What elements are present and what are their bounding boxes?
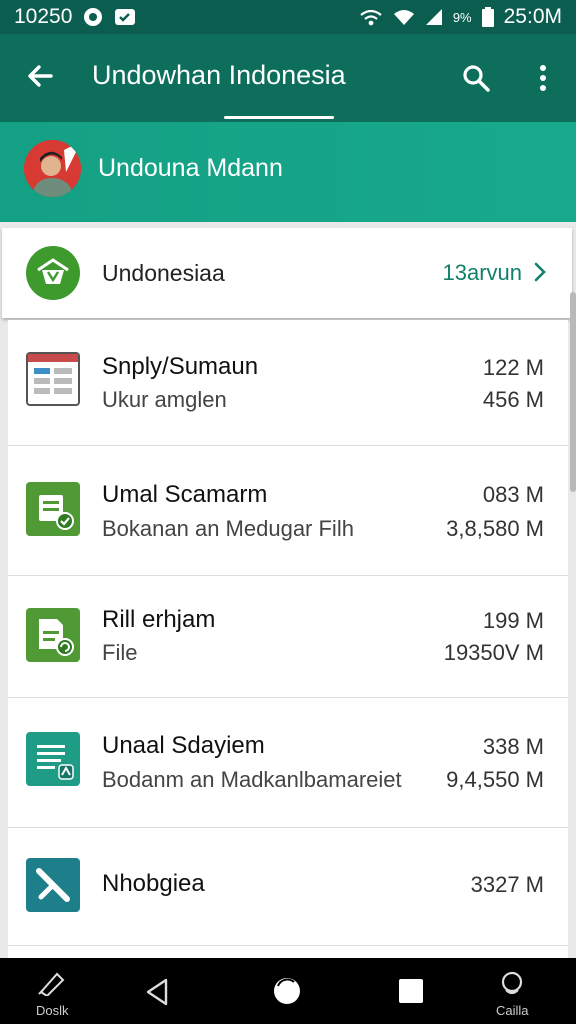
- status-bar: 10250 9% 25:0M: [0, 0, 576, 34]
- wifi-icon: [393, 8, 415, 26]
- arrow-tile-icon: [26, 858, 80, 912]
- list-item[interactable]: Unaal Sdayiem Bodanm an Madkanlbamareiet…: [8, 698, 568, 828]
- home-button[interactable]: [272, 976, 302, 1011]
- storage-list: Snply/Sumaun Ukur amglen 122 M 456 M Uma…: [8, 320, 568, 960]
- list-item[interactable]: Snply/Sumaun Ukur amglen 122 M 456 M: [8, 320, 568, 446]
- item-size-secondary: 9,4,550 M: [446, 767, 544, 792]
- signal-icon: [425, 8, 443, 26]
- page-title: Undowhan Indonesia: [92, 60, 346, 90]
- recents-button[interactable]: [398, 978, 424, 1009]
- item-title: Snply/Sumaun: [102, 353, 259, 380]
- system-nav-bar: Doslk Cailla: [0, 958, 576, 1024]
- recents-square-icon: [398, 978, 424, 1009]
- profile-header[interactable]: Undouna Mdann: [0, 122, 576, 222]
- summary-row[interactable]: Undonesiaa 13arvun: [2, 228, 572, 318]
- file-sync-icon: [26, 608, 80, 662]
- app-bar: Undowhan Indonesia: [0, 34, 576, 122]
- nav-right-button[interactable]: Cailla: [496, 970, 529, 1018]
- more-vert-icon[interactable]: [526, 60, 560, 96]
- item-size-primary: 199 M: [482, 608, 544, 633]
- item-size-secondary: 3,8,580 M: [446, 516, 544, 541]
- assistant-icon: [498, 970, 526, 1001]
- scrollbar[interactable]: [570, 292, 576, 492]
- home-cart-icon: [26, 246, 80, 300]
- battery-icon: [481, 7, 494, 27]
- nav-right-caption: Cailla: [496, 1003, 529, 1018]
- active-tab-indicator: [224, 116, 334, 119]
- whatsapp-icon: [82, 6, 104, 28]
- back-triangle-icon: [144, 978, 170, 1011]
- home-circle-icon: [272, 976, 302, 1011]
- item-size-secondary: 456 M: [482, 387, 544, 412]
- item-size-primary: 083 M: [482, 482, 544, 507]
- notes-badge-icon: [26, 732, 80, 786]
- status-bar-right: 9% 25:0M: [359, 5, 562, 29]
- item-subtitle: Bodanm an Madkanlbamareiet: [102, 767, 402, 792]
- item-title: Umal Scamarm: [102, 481, 268, 508]
- avatar[interactable]: [24, 140, 81, 197]
- notification-icon: [114, 8, 136, 26]
- clock: 25:0M: [503, 5, 562, 28]
- spreadsheet-icon: [26, 352, 80, 406]
- back-arrow-icon[interactable]: [22, 58, 58, 94]
- item-subtitle: Bokanan an Medugar Filh: [102, 516, 354, 541]
- item-size-secondary: 19350V M: [443, 640, 544, 665]
- list-item[interactable]: Umal Scamarm Bokanan an Medugar Filh 083…: [8, 446, 568, 576]
- item-size-primary: 3327 M: [470, 872, 544, 897]
- back-button[interactable]: [144, 978, 170, 1011]
- item-subtitle: File: [102, 640, 138, 665]
- search-icon[interactable]: [458, 60, 494, 96]
- item-subtitle: Ukur amglen: [102, 387, 227, 412]
- item-title: Nhobgiea: [102, 870, 205, 897]
- item-size-primary: 338 M: [482, 734, 544, 759]
- status-left-text: 10250: [14, 5, 73, 28]
- status-bar-left: 10250: [14, 5, 136, 29]
- item-title: Unaal Sdayiem: [102, 732, 265, 759]
- battery-percent: 9%: [452, 9, 472, 25]
- profile-name: Undouna Mdann: [98, 154, 283, 182]
- summary-value: 13arvun: [442, 260, 522, 285]
- nav-left-caption: Doslk: [36, 1003, 69, 1018]
- item-title: Rill erhjam: [102, 606, 216, 633]
- pen-icon: [37, 970, 67, 1001]
- list-item[interactable]: Rill erhjam File 199 M 19350V M: [8, 576, 568, 698]
- wifi-calling-icon: [359, 7, 383, 27]
- document-check-icon: [26, 482, 80, 536]
- item-size-primary: 122 M: [482, 355, 544, 380]
- chevron-right-icon: [530, 258, 550, 286]
- nav-left-button[interactable]: Doslk: [36, 970, 69, 1018]
- list-item[interactable]: Nhobgiea 3327 M: [8, 828, 568, 946]
- summary-label: Undonesiaa: [102, 260, 225, 286]
